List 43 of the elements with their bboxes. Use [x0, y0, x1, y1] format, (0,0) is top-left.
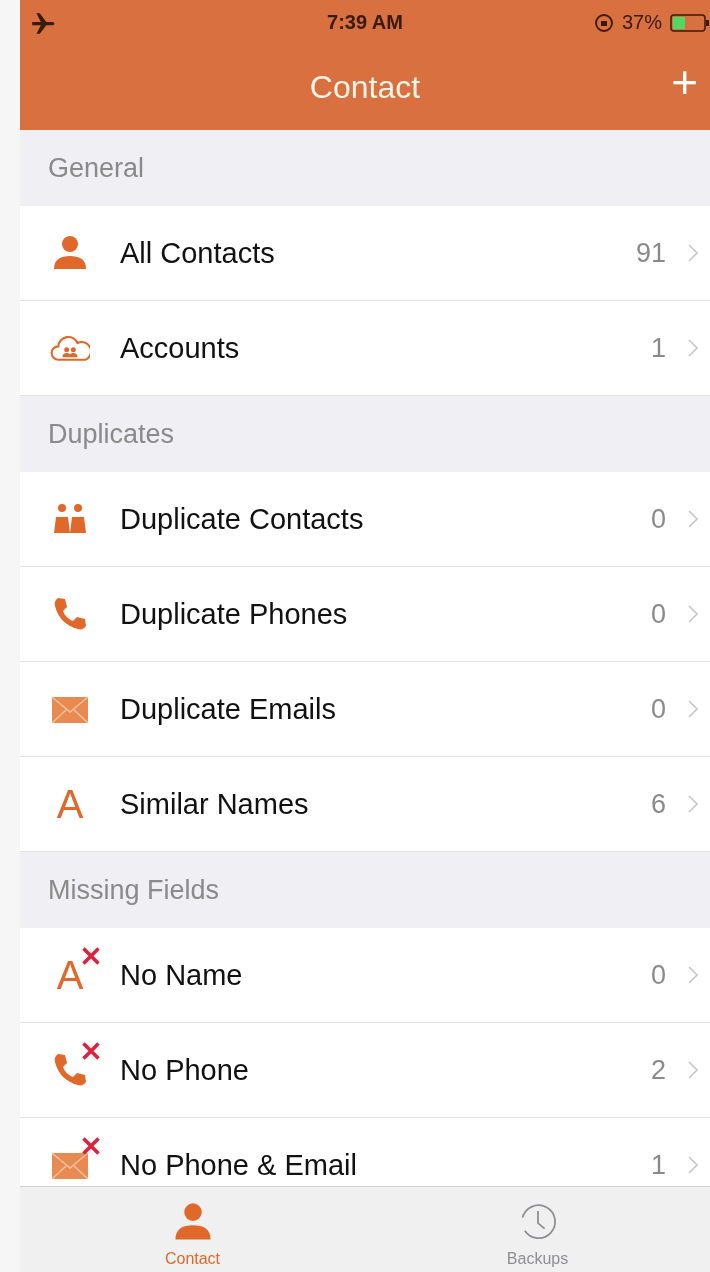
screen-title: Contact — [309, 69, 421, 106]
chevron-icon — [688, 966, 698, 984]
list-row[interactable]: Duplicate Emails 0 — [20, 662, 710, 757]
chevron-icon — [688, 1156, 698, 1174]
chevron-icon — [688, 605, 698, 623]
row-count: 0 — [650, 959, 666, 991]
list-row[interactable]: Accounts 1 — [20, 301, 710, 396]
row-count: 0 — [650, 693, 666, 725]
row-count: 6 — [650, 788, 666, 820]
rotation-lock-icon — [593, 12, 614, 33]
row-count: 0 — [650, 598, 666, 630]
status-time: 7:39 AM — [327, 11, 403, 34]
row-label: Similar Names — [120, 787, 310, 821]
list-row[interactable]: Duplicate Phones 0 — [20, 567, 710, 662]
list-row[interactable]: All Contacts 91 — [20, 206, 710, 301]
list-row[interactable]: A Similar Names 6 — [20, 757, 710, 852]
row-count: 1 — [650, 332, 666, 364]
chevron-icon — [688, 510, 698, 528]
row-count: 0 — [650, 503, 666, 535]
row-count: 2 — [650, 1054, 666, 1086]
list-row[interactable]: No Phone & Email 1 — [20, 1118, 710, 1186]
row-label: No Name — [120, 958, 244, 992]
letter-icon: A — [56, 955, 84, 995]
row-label: No Phone & Email — [120, 1148, 358, 1182]
list-row[interactable]: A No Name 0 — [20, 928, 710, 1023]
row-count: 1 — [650, 1149, 666, 1181]
row-label: No Phone — [120, 1053, 250, 1087]
row-label: Duplicate Emails — [120, 692, 337, 726]
chevron-icon — [688, 244, 698, 262]
chevron-icon — [688, 1061, 698, 1079]
chevron-icon — [688, 700, 698, 718]
row-label: Duplicate Contacts — [120, 502, 365, 536]
letter-icon: A — [56, 784, 84, 824]
battery-percent: 37% — [621, 11, 662, 34]
list-row[interactable]: No Phone 2 — [20, 1023, 710, 1118]
chevron-icon — [688, 339, 698, 357]
list-row[interactable]: Duplicate Contacts 0 — [20, 472, 710, 567]
row-label: Accounts — [120, 331, 241, 365]
battery-icon — [670, 12, 710, 33]
row-label: Duplicate Phones — [120, 597, 349, 631]
row-count: 91 — [635, 237, 666, 269]
row-label: All Contacts — [120, 236, 276, 270]
chevron-icon — [688, 795, 698, 813]
